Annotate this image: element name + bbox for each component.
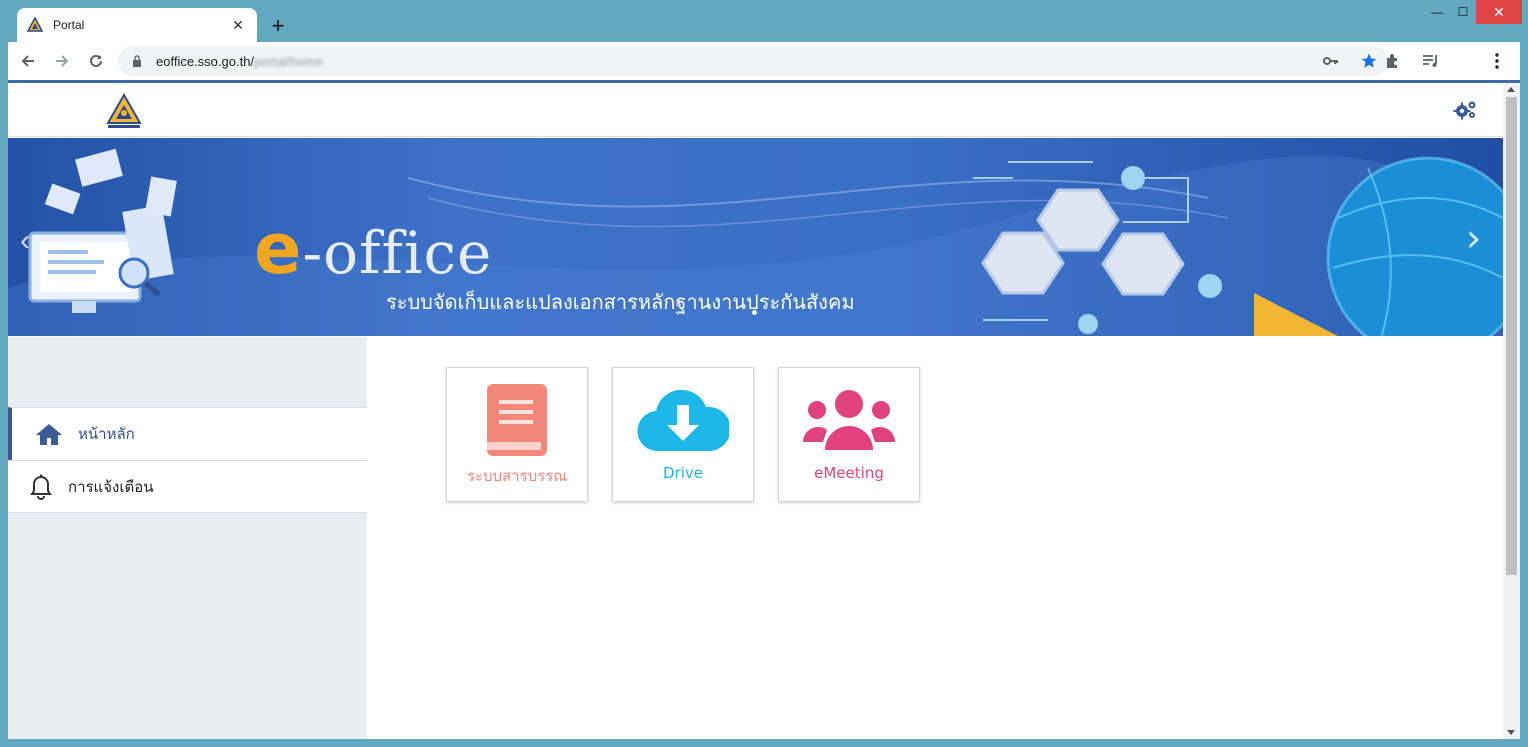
bell-icon xyxy=(26,473,56,501)
url-host: eoffice.sso.go.th/ xyxy=(156,53,255,69)
address-bar[interactable]: eoffice.sso.go.th/ portal/home xyxy=(118,46,1388,76)
site-header xyxy=(8,83,1503,137)
banner-title-rest: -office xyxy=(302,219,493,287)
close-window-button[interactable]: ✕ xyxy=(1476,0,1522,24)
reload-button[interactable] xyxy=(82,47,110,75)
app-card-label: Drive xyxy=(663,464,703,482)
scroll-down-arrow[interactable] xyxy=(1507,730,1515,735)
scroll-up-arrow[interactable] xyxy=(1507,87,1515,92)
new-tab-button[interactable]: + xyxy=(266,14,290,38)
main-content: ระบบสารบรรณ Drive eMeeting xyxy=(367,337,1503,739)
bookmark-button[interactable] xyxy=(1358,50,1380,72)
reload-icon xyxy=(90,54,102,67)
home-icon xyxy=(34,420,64,448)
browser-toolbar: eoffice.sso.go.th/ portal/home xyxy=(8,42,1520,80)
app-card-drive[interactable]: Drive xyxy=(612,367,754,502)
forward-icon xyxy=(56,55,69,67)
minimize-button[interactable]: — xyxy=(1424,0,1450,24)
back-icon xyxy=(21,55,34,67)
key-icon xyxy=(1323,57,1338,65)
extensions-button[interactable] xyxy=(1382,50,1404,72)
page-scrollbar[interactable] xyxy=(1503,83,1520,739)
carousel-indicator[interactable] xyxy=(752,310,757,315)
app-card-archive[interactable]: ระบบสารบรรณ xyxy=(446,367,588,502)
forward-button[interactable] xyxy=(48,47,76,75)
password-key-button[interactable] xyxy=(1320,50,1342,72)
banner-subtitle: ระบบจัดเก็บและแปลงเอกสารหลักฐานงานประกัน… xyxy=(386,290,855,314)
extensions-icon xyxy=(1387,54,1397,68)
sidebar-item-notifications[interactable]: การแจ้งเตือน xyxy=(8,460,367,513)
banner-next-arrow[interactable]: › xyxy=(1466,216,1481,260)
app-card-emeeting[interactable]: eMeeting xyxy=(778,367,920,502)
sso-logo[interactable] xyxy=(106,93,142,131)
browser-tab[interactable]: Portal ✕ xyxy=(17,8,257,42)
browser-menu-button[interactable] xyxy=(1486,50,1508,72)
tab-strip: Portal ✕ + — ☐ ✕ xyxy=(0,0,1528,42)
tab-title: Portal xyxy=(53,18,85,32)
cloud-download-icon xyxy=(637,384,729,456)
sidebar-item-home[interactable]: หน้าหลัก xyxy=(8,407,367,460)
media-button[interactable] xyxy=(1420,50,1442,72)
sidebar-item-label: การแจ้งเตือน xyxy=(68,477,154,496)
back-button[interactable] xyxy=(14,47,42,75)
favicon-icon xyxy=(27,17,43,32)
sidebar-item-label: หน้าหลัก xyxy=(78,425,135,443)
scroll-thumb[interactable] xyxy=(1506,97,1517,575)
gears-icon[interactable] xyxy=(1453,99,1477,121)
app-card-label: eMeeting xyxy=(814,464,884,482)
banner-carousel: ‹ e-office ระบบจัดเก็บและแปลงเอกสารหลักฐ… xyxy=(8,138,1503,336)
banner-title: e-office xyxy=(254,208,492,290)
sidebar: หน้าหลัก การแจ้งเตือน xyxy=(8,337,367,739)
url-path: portal/home xyxy=(254,53,323,69)
app-card-label: ระบบสารบรรณ xyxy=(466,467,568,485)
browser-window: Portal ✕ + — ☐ ✕ eoffice.sso.go.th/ port… xyxy=(0,0,1528,747)
page-viewport: ‹ e-office ระบบจัดเก็บและแปลงเอกสารหลักฐ… xyxy=(8,83,1520,739)
media-icon xyxy=(1423,55,1437,67)
menu-icon xyxy=(1495,53,1499,69)
star-icon xyxy=(1361,53,1377,68)
maximize-button[interactable]: ☐ xyxy=(1450,0,1476,24)
book-icon xyxy=(485,384,549,456)
banner-title-e: e xyxy=(254,208,303,290)
users-icon xyxy=(803,384,895,456)
banner-prev-arrow[interactable]: ‹ xyxy=(20,224,30,258)
lock-icon xyxy=(133,55,141,67)
tab-close-icon[interactable]: ✕ xyxy=(229,16,247,34)
